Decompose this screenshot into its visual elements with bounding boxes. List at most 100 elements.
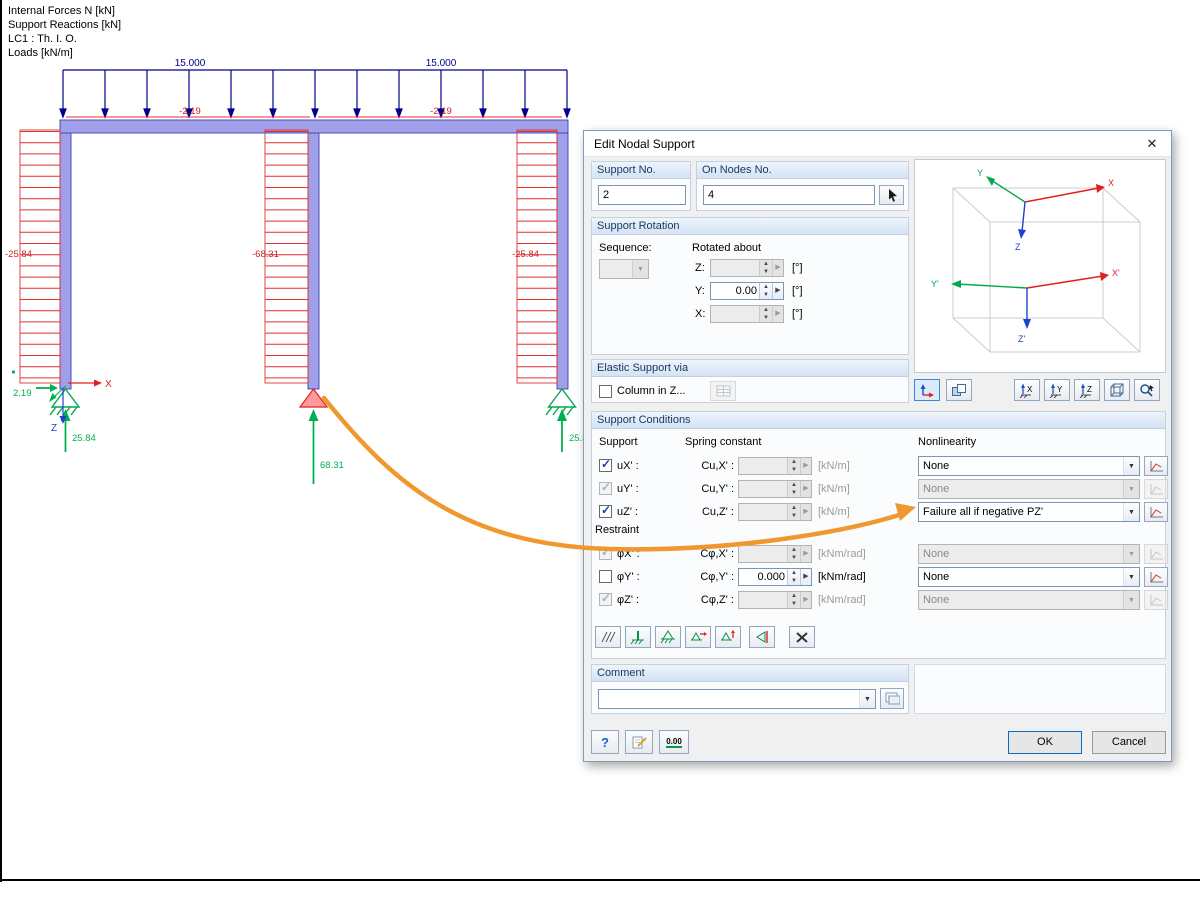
units-button[interactable]: 0.00 bbox=[659, 730, 689, 754]
preset-column-button[interactable] bbox=[625, 626, 651, 648]
support-axes bbox=[951, 272, 1109, 329]
sliding-support-icon bbox=[753, 630, 771, 644]
view-y-button[interactable]: Y bbox=[1044, 379, 1070, 401]
pick-nodes-button[interactable] bbox=[879, 185, 904, 205]
preset-pinned-x-button[interactable] bbox=[685, 626, 711, 648]
support-no-input[interactable] bbox=[598, 185, 686, 205]
support-no-group: Support No. bbox=[591, 161, 691, 211]
on-nodes-input[interactable] bbox=[703, 185, 875, 205]
cuy-input bbox=[739, 481, 787, 497]
preview-zp-label: Z' bbox=[1018, 334, 1025, 344]
view-z-button[interactable]: Z bbox=[1074, 379, 1100, 401]
phiy-nonlinearity-value: None bbox=[919, 571, 1123, 583]
phix-nonlinearity-value: None bbox=[919, 548, 1123, 560]
chevron-down-icon[interactable] bbox=[1123, 457, 1139, 475]
chevron-down-icon[interactable] bbox=[1123, 503, 1139, 521]
cux-label: Cu,X' : bbox=[678, 460, 734, 472]
units-icon: 0.00 bbox=[666, 737, 682, 748]
view-x-icon: X bbox=[1018, 382, 1036, 398]
phiz-nonlinearity-value: None bbox=[919, 594, 1123, 606]
phiz-label: φZ' : bbox=[617, 594, 639, 606]
member-column-right[interactable] bbox=[557, 133, 568, 389]
preset-pinned-button[interactable] bbox=[655, 626, 681, 648]
dialog-titlebar[interactable]: Edit Nodal Support bbox=[584, 131, 1171, 157]
phiy-nonlinearity-select[interactable]: None bbox=[918, 567, 1140, 587]
reaction-x-left: 2.19 bbox=[13, 388, 32, 399]
ux-nonlinearity-edit-button[interactable] bbox=[1144, 456, 1168, 476]
preset-pinned-y-button[interactable] bbox=[715, 626, 741, 648]
global-axes bbox=[986, 176, 1105, 239]
phix-label: φX' : bbox=[617, 548, 640, 560]
chevron-down-icon[interactable] bbox=[859, 690, 875, 708]
rotation-y-input[interactable] bbox=[711, 283, 759, 299]
preview-y-label: Y bbox=[977, 168, 983, 178]
member-beam[interactable] bbox=[60, 120, 568, 133]
reaction-z-left: 25.84 bbox=[72, 433, 96, 444]
isometric-view-button[interactable] bbox=[1104, 379, 1130, 401]
support-display-button[interactable] bbox=[946, 379, 972, 401]
n-value-beam-right: -2.19 bbox=[430, 106, 452, 117]
model-view[interactable]: 15.000 15.000 -2.19 -2.19 -25.84 -68.31 … bbox=[0, 0, 600, 520]
rotation-z-input bbox=[711, 260, 759, 276]
cphiy-input[interactable] bbox=[739, 569, 787, 585]
cphix-input bbox=[739, 546, 787, 562]
phiy-label: φY' : bbox=[617, 571, 640, 583]
uz-checkbox[interactable] bbox=[599, 505, 612, 518]
comment-template-button[interactable] bbox=[625, 730, 653, 754]
reaction-z-middle: 68.31 bbox=[320, 460, 344, 471]
spinner-up-down-icon bbox=[759, 260, 772, 276]
ok-button[interactable]: OK bbox=[1008, 731, 1082, 754]
member-column-middle[interactable] bbox=[308, 133, 319, 389]
support-right[interactable] bbox=[546, 389, 576, 415]
chevron-down-icon bbox=[632, 260, 648, 278]
spinner-up-down-icon[interactable] bbox=[759, 283, 772, 299]
axis-x-label: X bbox=[105, 379, 112, 390]
preset-sliding-button[interactable] bbox=[749, 626, 775, 648]
axes-orientation-button[interactable] bbox=[914, 379, 940, 401]
preview-x-label: X bbox=[1108, 178, 1114, 188]
member-column-left[interactable] bbox=[60, 133, 71, 389]
column-in-z-checkbox[interactable] bbox=[599, 385, 612, 398]
workspace-border-bottom bbox=[0, 879, 1200, 881]
support-preview-panel[interactable]: X Y Z X' Y' Z' bbox=[914, 159, 1166, 373]
comment-combobox[interactable] bbox=[598, 689, 876, 709]
support-middle-selected[interactable] bbox=[300, 389, 327, 407]
clear-support-button[interactable] bbox=[789, 626, 815, 648]
support-rotation-header: Support Rotation bbox=[592, 218, 908, 235]
cuz-spinner bbox=[738, 503, 812, 521]
cphiz-input bbox=[739, 592, 787, 608]
pinned-support-y-icon bbox=[719, 630, 737, 644]
close-button[interactable] bbox=[1138, 134, 1166, 154]
legend-line: Support Reactions [kN] bbox=[8, 18, 121, 32]
comment-list-icon bbox=[885, 692, 900, 705]
uz-nonlinearity-select[interactable]: Failure all if negative PZ' bbox=[918, 502, 1140, 522]
zoom-cursor-button[interactable] bbox=[1134, 379, 1160, 401]
edit-nodal-support-dialog: Edit Nodal Support Support No. On Nodes … bbox=[583, 130, 1172, 762]
spinner-up-down-icon bbox=[787, 458, 800, 474]
spinner-detail-icon[interactable] bbox=[800, 569, 811, 585]
help-button[interactable] bbox=[591, 730, 619, 754]
spinner-detail-icon[interactable] bbox=[772, 283, 783, 299]
comment-input[interactable] bbox=[599, 693, 859, 705]
sequence-select bbox=[599, 259, 649, 279]
n-value-column-right: -25.84 bbox=[512, 249, 539, 260]
cancel-button[interactable]: Cancel bbox=[1092, 731, 1166, 754]
view-x-button[interactable]: X bbox=[1014, 379, 1040, 401]
uy-checkbox bbox=[599, 482, 612, 495]
phiy-checkbox[interactable] bbox=[599, 570, 612, 583]
cuz-unit: [kN/m] bbox=[818, 506, 850, 518]
support-reactions bbox=[12, 370, 567, 484]
phiy-nonlinearity-edit-button[interactable] bbox=[1144, 567, 1168, 587]
ux-checkbox[interactable] bbox=[599, 459, 612, 472]
spinner-up-down-icon[interactable] bbox=[787, 569, 800, 585]
ux-nonlinearity-select[interactable]: None bbox=[918, 456, 1140, 476]
cphix-unit: [kNm/rad] bbox=[818, 548, 866, 560]
cphiy-label: Cφ,Y' : bbox=[678, 571, 734, 583]
preset-free-button[interactable] bbox=[595, 626, 621, 648]
chevron-down-icon[interactable] bbox=[1123, 568, 1139, 586]
comment-browse-button[interactable] bbox=[880, 688, 904, 709]
diagram-icon bbox=[1149, 483, 1164, 496]
uz-nonlinearity-edit-button[interactable] bbox=[1144, 502, 1168, 522]
support-left[interactable] bbox=[50, 389, 79, 415]
uy-nonlinearity-value: None bbox=[919, 483, 1123, 495]
